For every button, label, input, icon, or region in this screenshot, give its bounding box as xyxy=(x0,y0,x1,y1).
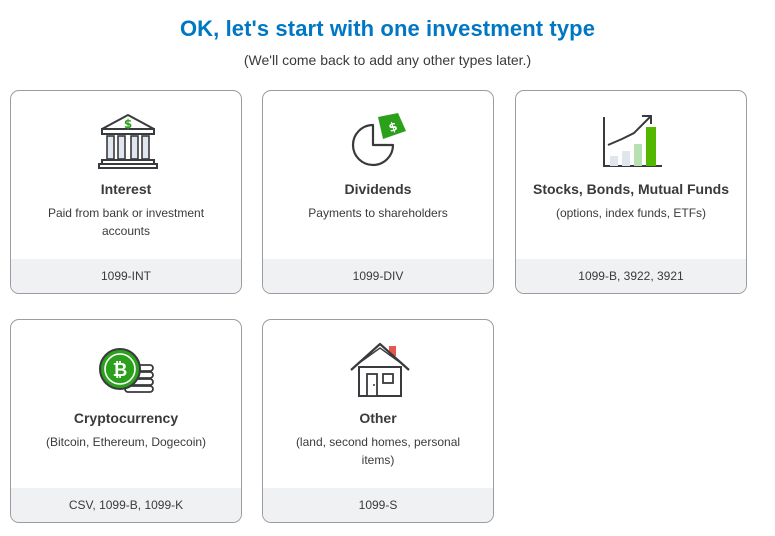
bank-icon: $ xyxy=(97,111,159,171)
card-description: (Bitcoin, Ethereum, Dogecoin) xyxy=(45,435,207,449)
card-forms: 1099-B, 3922, 3921 xyxy=(516,259,746,293)
card-cryptocurrency[interactable]: ₿ Cryptocurrency (Bitcoin, Ethereum, Dog… xyxy=(10,319,242,523)
card-stocks-bonds-mutual-funds[interactable]: Stocks, Bonds, Mutual Funds (options, in… xyxy=(515,90,747,294)
card-description: (options, index funds, ETFs) xyxy=(555,206,707,220)
card-title: Stocks, Bonds, Mutual Funds xyxy=(532,181,729,197)
house-icon xyxy=(349,340,411,400)
card-interest[interactable]: $ Interest Paid from bank or investment … xyxy=(10,90,242,294)
svg-text:₿: ₿ xyxy=(113,360,128,381)
growth-chart-icon xyxy=(602,111,664,171)
card-description: Payments to shareholders xyxy=(308,206,448,220)
svg-text:$: $ xyxy=(124,117,132,131)
card-description: Paid from bank or investment accounts xyxy=(47,206,205,238)
card-title: Other xyxy=(359,410,397,426)
page-title: OK, let's start with one investment type xyxy=(179,16,596,41)
bitcoin-coins-icon: ₿ xyxy=(97,340,159,400)
card-dividends[interactable]: $ Dividends Payments to shareholders 109… xyxy=(262,90,494,294)
card-title: Cryptocurrency xyxy=(73,410,179,426)
card-forms: 1099-INT xyxy=(11,259,241,293)
card-other[interactable]: Other (land, second homes, personal item… xyxy=(262,319,494,523)
card-title: Dividends xyxy=(344,181,412,197)
page-subtitle: (We'll come back to add any other types … xyxy=(243,52,532,68)
card-forms: CSV, 1099-B, 1099-K xyxy=(11,488,241,522)
card-forms: 1099-DIV xyxy=(263,259,493,293)
card-forms: 1099-S xyxy=(263,488,493,522)
card-description: (land, second homes, personal items) xyxy=(295,435,461,467)
card-title: Interest xyxy=(100,181,152,197)
pie-chart-dollar-icon: $ xyxy=(349,111,411,171)
